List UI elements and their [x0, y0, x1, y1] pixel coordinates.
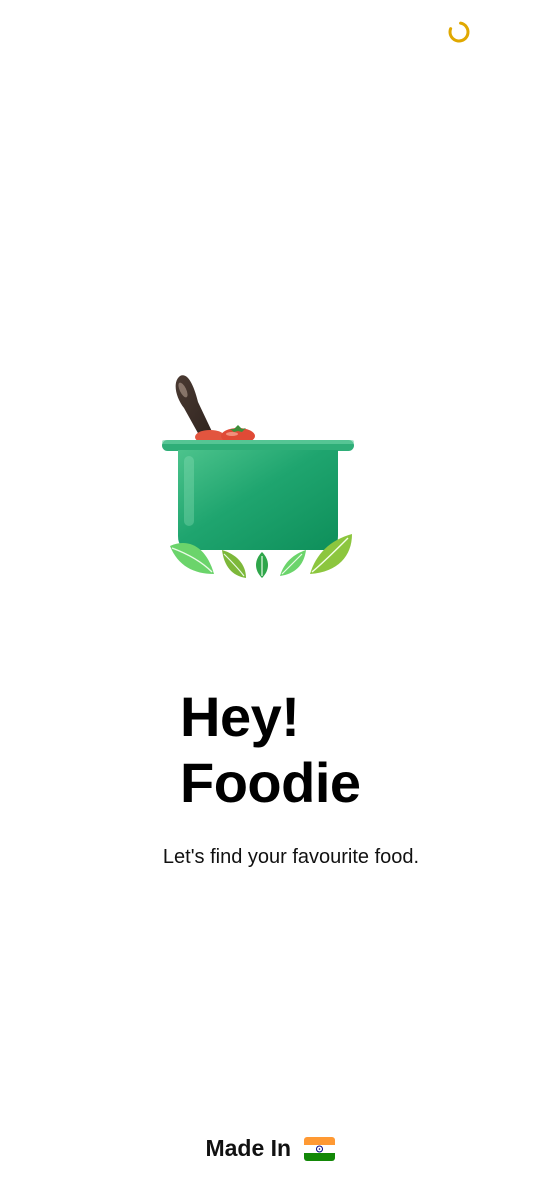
made-in-footer: Made In [0, 1132, 540, 1164]
loading-spinner-icon [448, 21, 470, 43]
tagline-text: Let's find your favourite food. [162, 846, 420, 868]
greeting-line-2: Foodie [180, 751, 361, 814]
india-flag-icon [303, 1137, 335, 1161]
greeting-line-1: Hey! [180, 685, 300, 748]
greeting-title: Hey! Foodie [180, 684, 361, 816]
cooking-pot-icon [162, 375, 354, 578]
made-in-label: Made In [205, 1135, 292, 1161]
